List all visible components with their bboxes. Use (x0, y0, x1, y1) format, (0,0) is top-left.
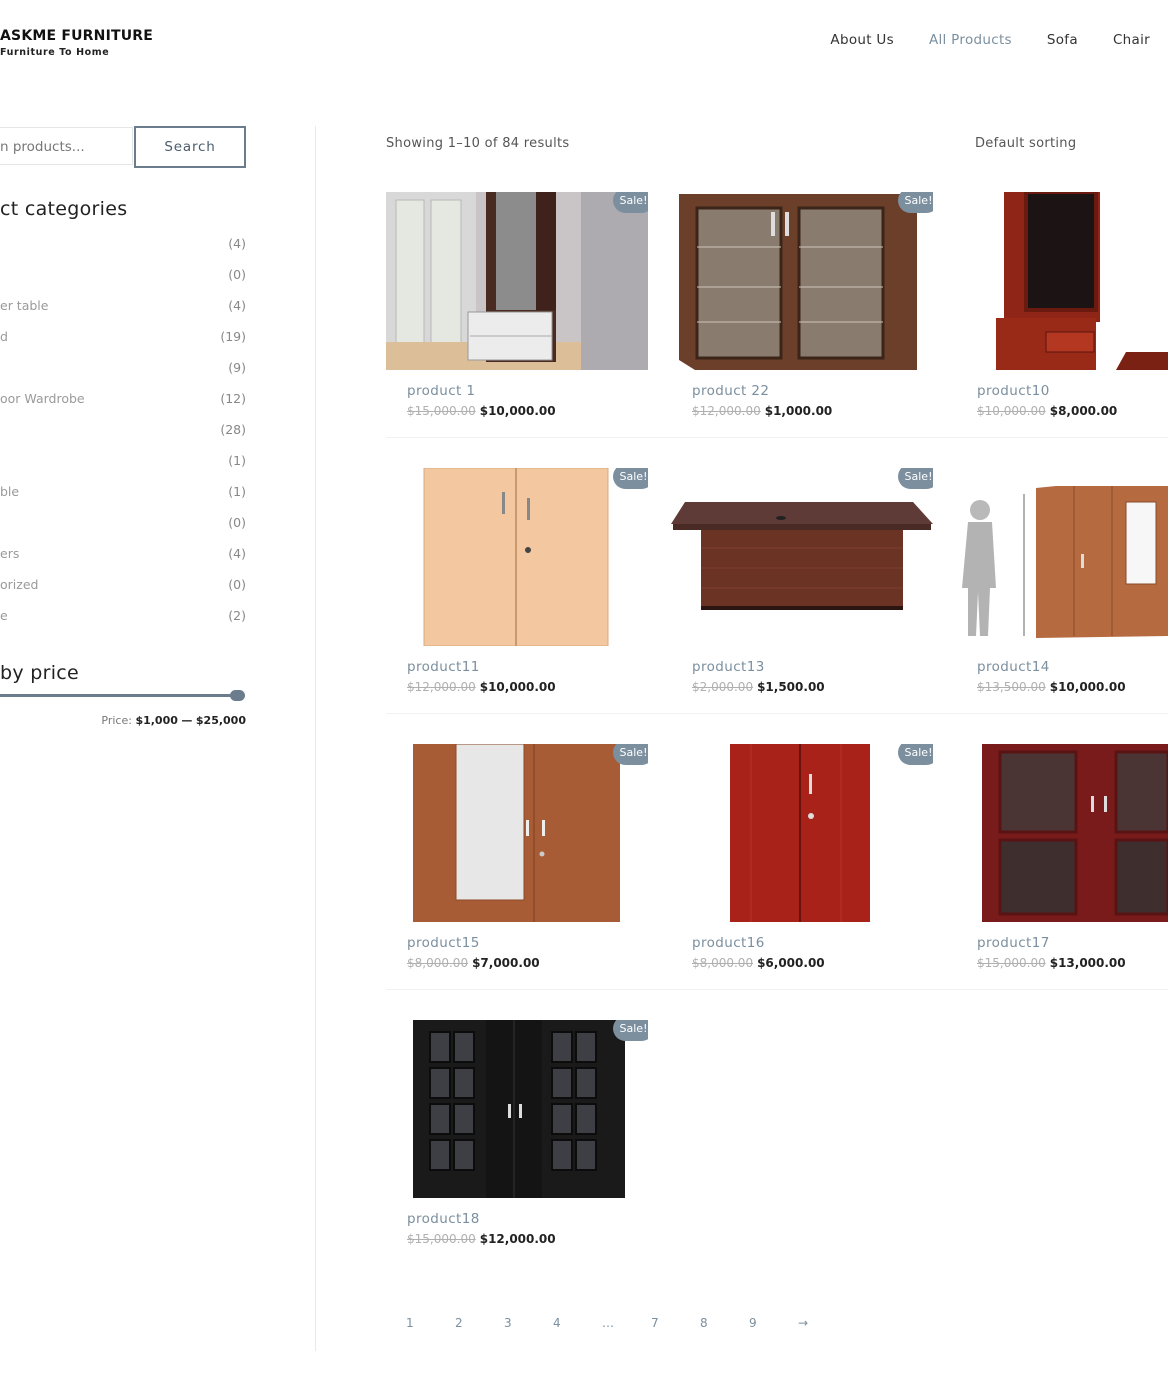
product-price: $12,000.00 $1,000.00 (692, 404, 833, 418)
product-price: $15,000.00 $10,000.00 (407, 404, 556, 418)
brand-name: ASKME FURNITURE (0, 28, 154, 44)
product-image[interactable] (956, 468, 1168, 646)
product-price: $8,000.00 $7,000.00 (407, 956, 540, 970)
product-image[interactable]: Sale! (386, 1020, 648, 1198)
page-link[interactable]: 9 (749, 1316, 798, 1330)
product-image[interactable]: Sale! (671, 192, 933, 370)
category-item[interactable]: (9) (0, 360, 246, 391)
sale-badge: Sale! (613, 744, 648, 765)
product-price: $2,000.00 $1,500.00 (692, 680, 825, 694)
product-image[interactable]: Sale! (386, 744, 648, 922)
site-logo[interactable]: ASKME FURNITURE Furniture To Home (0, 28, 153, 58)
product-price: $13,500.00 $10,000.00 (977, 680, 1126, 694)
category-item[interactable]: orized (0) (0, 577, 246, 608)
product-name[interactable]: product14 (977, 659, 1050, 675)
product-image[interactable]: Sale! (386, 468, 648, 646)
brand-tagline: Furniture To Home (0, 47, 110, 58)
price-max: $25,000 (195, 714, 246, 727)
sorting-select[interactable]: Default sorting (975, 136, 1076, 151)
row-divider (386, 713, 1168, 714)
product-image[interactable]: Sale! (386, 192, 648, 370)
category-item[interactable]: oor Wardrobe (12) (0, 391, 246, 422)
sidebar-divider (315, 126, 316, 1351)
product-name[interactable]: product 22 (692, 383, 769, 399)
product-search-input[interactable]: n products... (0, 127, 133, 165)
sale-badge: Sale! (898, 192, 933, 213)
product-name[interactable]: product17 (977, 935, 1050, 951)
sale-badge: Sale! (613, 468, 648, 489)
pagination: 1 2 3 4 … 7 8 9 → (406, 1316, 847, 1330)
sale-badge: Sale! (898, 468, 933, 489)
product-price: $12,000.00 $10,000.00 (407, 680, 556, 694)
product-card[interactable]: Sale! product15 $8,000.00 $7,000.00 (386, 744, 648, 970)
product-price: $8,000.00 $6,000.00 (692, 956, 825, 970)
product-price: $10,000.00 $8,000.00 (977, 404, 1118, 418)
result-count: Showing 1–10 of 84 results (386, 136, 570, 151)
category-item[interactable]: (0) (0, 515, 246, 546)
product-price: $15,000.00 $12,000.00 (407, 1232, 556, 1246)
page-ellipsis: … (602, 1316, 614, 1330)
price-filter-heading: by price (0, 662, 80, 684)
page-link[interactable]: 3 (504, 1316, 553, 1330)
product-image[interactable]: Sale! (671, 468, 933, 646)
product-card[interactable]: product10 $10,000.00 $8,000.00 (956, 192, 1168, 418)
page-link[interactable]: 1 (406, 1316, 455, 1330)
product-card[interactable]: Sale! product 1 $15,000.00 $10,000.00 (386, 192, 648, 418)
row-divider (386, 437, 1168, 438)
product-name[interactable]: product18 (407, 1211, 480, 1227)
product-price: $15,000.00 $13,000.00 (977, 956, 1126, 970)
next-page-arrow-icon[interactable]: → (798, 1316, 847, 1330)
product-image[interactable] (956, 744, 1168, 922)
product-name[interactable]: product13 (692, 659, 765, 675)
category-item[interactable]: (4) (0, 236, 246, 267)
category-item[interactable]: (1) (0, 453, 246, 484)
product-name[interactable]: product 1 (407, 383, 475, 399)
product-name[interactable]: product16 (692, 935, 765, 951)
row-divider (386, 989, 1168, 990)
product-card[interactable]: product17 $15,000.00 $13,000.00 (956, 744, 1168, 970)
price-min: $1,000 (135, 714, 178, 727)
product-name[interactable]: product11 (407, 659, 480, 675)
page-link[interactable]: 8 (700, 1316, 749, 1330)
product-image[interactable] (956, 192, 1168, 370)
main-nav: About Us All Products Sofa Chair (830, 32, 1150, 48)
sale-badge: Sale! (613, 192, 648, 213)
sale-badge: Sale! (898, 744, 933, 765)
page-link[interactable]: 4 (553, 1316, 602, 1330)
nav-all-products[interactable]: All Products (929, 32, 1012, 48)
product-card[interactable]: Sale! product18 $15,000.00 $12,000.00 (386, 1020, 648, 1246)
category-list: (4) (0) er table (4) d (19) (9) oor Wardro… (0, 236, 246, 639)
category-item[interactable]: ble (1) (0, 484, 246, 515)
price-slider-handle[interactable] (230, 690, 245, 701)
price-label: Price: (101, 714, 132, 727)
price-sep: — (181, 714, 193, 727)
product-name[interactable]: product10 (977, 383, 1050, 399)
price-range-readout: Price: $1,000 — $25,000 (101, 714, 246, 727)
price-slider-track[interactable] (0, 694, 238, 697)
product-name[interactable]: product15 (407, 935, 480, 951)
page-link[interactable]: 2 (455, 1316, 504, 1330)
sale-badge: Sale! (613, 1020, 648, 1041)
category-item[interactable]: ers (4) (0, 546, 246, 577)
nav-sofa[interactable]: Sofa (1047, 32, 1078, 48)
product-card[interactable]: Sale! product11 $12,000.00 $10,000.00 (386, 468, 648, 694)
product-card[interactable]: Sale! product13 $2,000.00 $1,500.00 (671, 468, 933, 694)
nav-about-us[interactable]: About Us (830, 32, 894, 48)
category-item[interactable]: e (2) (0, 608, 246, 639)
nav-chair[interactable]: Chair (1113, 32, 1150, 48)
category-item[interactable]: (0) (0, 267, 246, 298)
search-button[interactable]: Search (134, 126, 246, 168)
product-card[interactable]: Sale! product16 $8,000.00 $6,000.00 (671, 744, 933, 970)
category-item[interactable]: d (19) (0, 329, 246, 360)
product-image[interactable]: Sale! (671, 744, 933, 922)
product-card[interactable]: product14 $13,500.00 $10,000.00 (956, 468, 1168, 694)
category-item[interactable]: er table (4) (0, 298, 246, 329)
page-link[interactable]: 7 (651, 1316, 700, 1330)
category-item[interactable]: (28) (0, 422, 246, 453)
categories-heading: ct categories (0, 198, 128, 220)
product-card[interactable]: Sale! product 22 $12,000.00 $1,000.00 (671, 192, 933, 418)
